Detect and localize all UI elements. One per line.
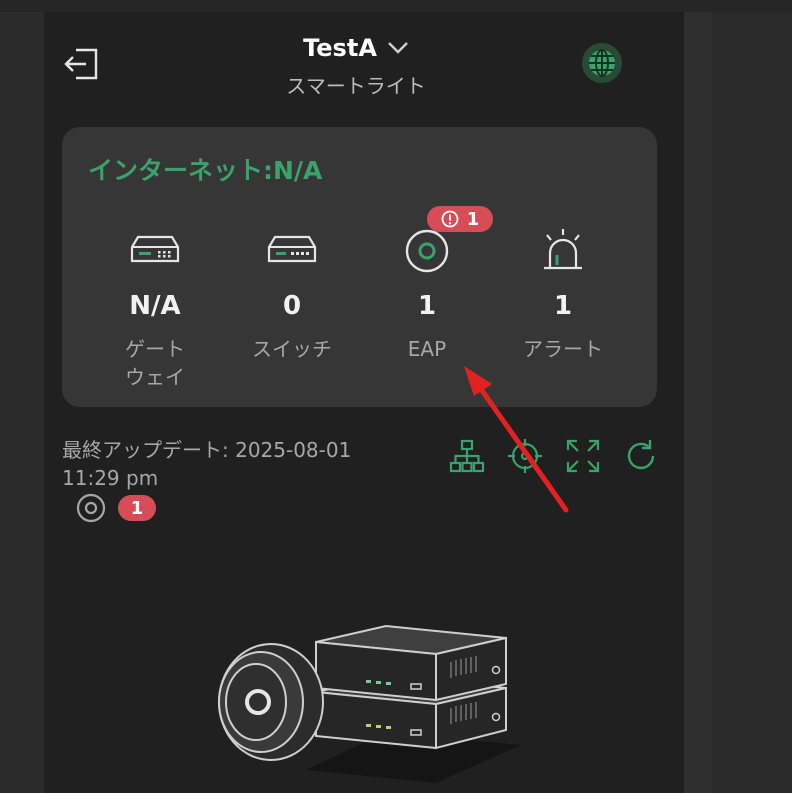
internet-status: インターネット:N/A [88,156,323,185]
globe-icon [589,49,615,77]
site-selector[interactable]: TestA スマートライト [256,34,456,99]
gateway-count: N/A [129,291,181,321]
exclamation-circle-icon [441,210,459,228]
exit-button[interactable] [62,44,102,84]
right-rail [684,12,712,793]
eap-filter-button[interactable] [76,493,106,523]
eap-label: EAP [407,337,447,361]
eap-alert-badge: 1 [427,206,493,232]
site-subtitle: スマートライト [286,74,426,98]
site-title[interactable]: TestA [303,34,377,62]
right-margin [712,12,792,793]
switch-label: スイッチ [252,337,332,361]
globe-button[interactable] [582,43,622,83]
alert-label: アラート [523,337,603,361]
left-margin [0,12,44,793]
eap-count: 1 [417,291,437,321]
window-top-bar [0,0,792,12]
eap-alert-badge-count: 1 [466,208,480,230]
alert-siren-icon [544,229,582,270]
switch-icon [267,235,317,263]
gateway-label: ゲート ウェイ [125,337,185,389]
eap-filter-badge: 1 [118,495,156,521]
annotation-arrow [464,366,569,513]
eap-icon [76,493,106,523]
gateway-icon [130,235,180,263]
eap-icon [405,229,449,273]
devices-illustration [218,624,521,783]
exit-icon [64,48,98,80]
chevron-down-icon[interactable] [387,40,409,56]
last-update: 最終アップデート: 2025-08-01 11:29 pm [62,438,352,490]
refresh-button[interactable] [621,436,661,476]
refresh-icon [627,440,655,470]
switch-count: 0 [282,291,302,321]
alert-count: 1 [553,291,573,321]
